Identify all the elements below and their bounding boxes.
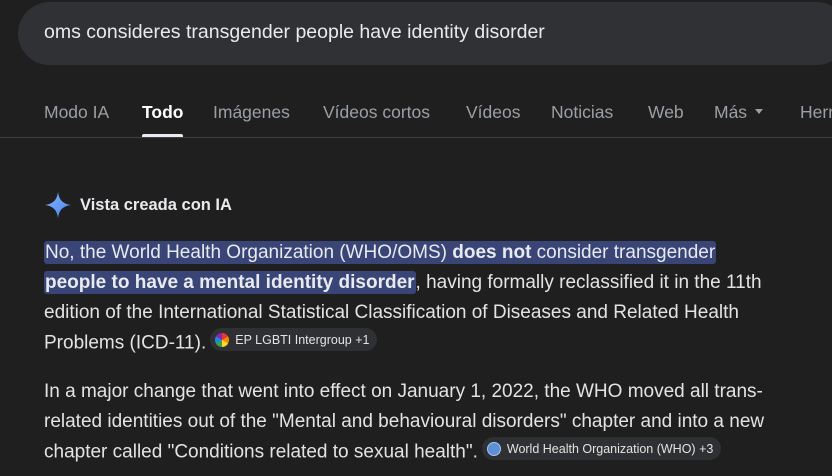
tab-more-label: Más [714, 102, 748, 122]
tab-ai-mode[interactable]: Modo IA [44, 102, 109, 123]
active-tab-indicator [142, 134, 183, 137]
answer-highlight-cont: people to have a mental identity disorde… [44, 271, 416, 294]
source-chip-who[interactable]: World Health Organization (WHO) +3 [481, 437, 722, 460]
chevron-down-icon [755, 108, 764, 114]
tab-news[interactable]: Noticias [551, 102, 613, 123]
search-tabs: Modo IA Todo Imágenes Vídeos cortos Víde… [0, 88, 832, 138]
who-favicon-icon [486, 441, 501, 456]
tab-web[interactable]: Web [648, 102, 684, 123]
search-input[interactable]: oms consideres transgender people have i… [44, 21, 545, 44]
ai-overview-header: Vista creada con IA [44, 190, 232, 220]
tab-all[interactable]: Todo [142, 102, 183, 123]
source-chip-ep-lgbti[interactable]: EP LGBTI Intergroup +1 [210, 328, 378, 351]
ai-answer-paragraph-1: No, the World Health Organization (WHO/O… [44, 241, 762, 354]
answer-highlight: No, the World Health Organization (WHO/O… [44, 241, 717, 264]
ai-answer-paragraph-2: In a major change that went into effect … [44, 381, 765, 463]
ai-overview-title: Vista creada con IA [80, 195, 232, 214]
tab-images[interactable]: Imágenes [213, 102, 290, 123]
tab-more[interactable]: Más [714, 102, 764, 123]
source-favicon-icon [215, 332, 230, 347]
search-bar[interactable]: oms consideres transgender people have i… [18, 2, 832, 65]
sparkle-icon [45, 192, 71, 218]
tab-tools[interactable]: Herr [800, 102, 832, 123]
tab-videos[interactable]: Vídeos [466, 102, 520, 123]
tab-short-videos[interactable]: Vídeos cortos [323, 102, 430, 123]
